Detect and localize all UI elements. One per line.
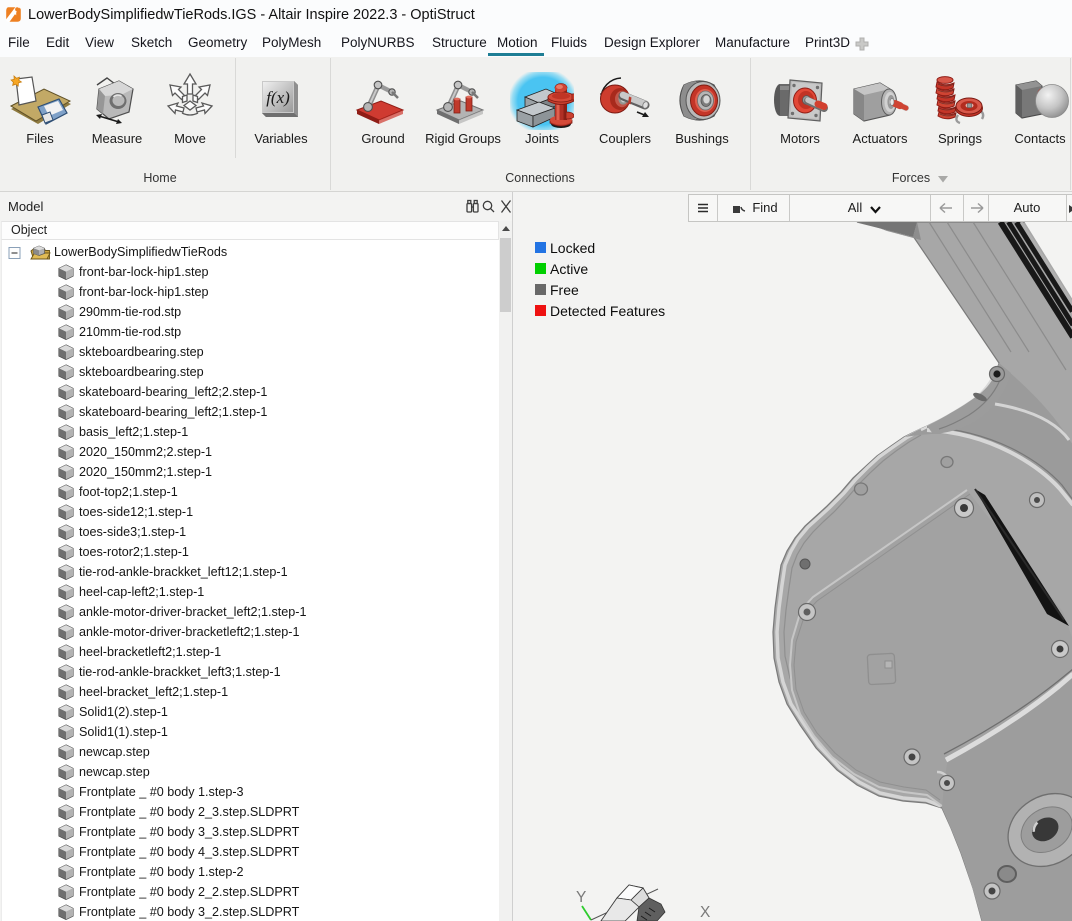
svg-text:X: X (700, 904, 711, 921)
svg-text:Y: Y (576, 889, 586, 906)
svg-text:f(x): f(x) (266, 88, 290, 107)
